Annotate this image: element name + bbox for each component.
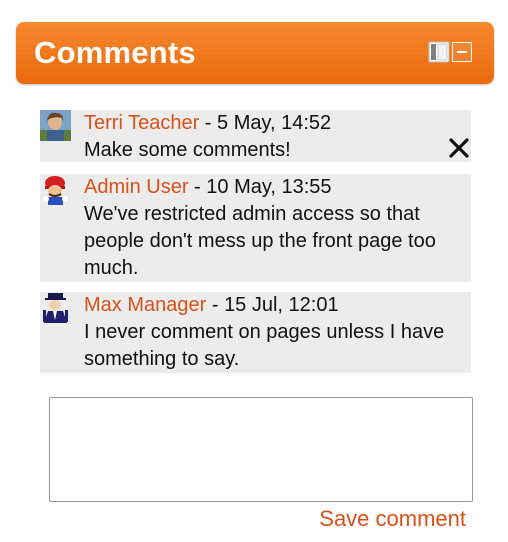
comment-input[interactable]	[49, 397, 473, 502]
manager-avatar	[40, 292, 71, 323]
comment-body: Admin User - 10 May, 13:55 We've restric…	[84, 174, 463, 282]
comment-meta: Admin User - 10 May, 13:55	[84, 174, 463, 201]
author-link[interactable]: Admin User	[84, 176, 188, 198]
meta-separator: -	[206, 294, 225, 316]
comment-text: I never comment on pages unless I have s…	[84, 321, 445, 370]
comment-meta: Max Manager - 15 Jul, 12:01	[84, 292, 463, 319]
meta-separator: -	[199, 112, 218, 134]
comment-item: Admin User - 10 May, 13:55 We've restric…	[40, 174, 471, 282]
comment-meta: Terri Teacher - 5 May, 14:52	[84, 110, 463, 137]
comment-text: Make some comments!	[84, 139, 291, 161]
header-controls	[428, 41, 472, 63]
teacher-avatar	[40, 110, 71, 141]
block-title: Comments	[34, 35, 196, 70]
comment-date: 5 May, 14:52	[217, 112, 332, 134]
comment-item: Terri Teacher - 5 May, 14:52 Make some c…	[40, 110, 471, 162]
block-header: Comments	[16, 22, 494, 84]
save-comment-link[interactable]: Save comment	[319, 506, 466, 532]
comments-block: Comments	[16, 22, 494, 84]
delete-icon[interactable]	[447, 136, 471, 160]
comment-item: Max Manager - 15 Jul, 12:01 I never comm…	[40, 292, 471, 373]
comment-date: 15 Jul, 12:01	[224, 294, 339, 316]
dock-icon[interactable]	[428, 41, 450, 63]
admin-avatar	[40, 174, 71, 205]
collapse-icon[interactable]	[452, 42, 472, 62]
comment-text: We've restricted admin access so that pe…	[84, 203, 436, 279]
author-link[interactable]: Max Manager	[84, 294, 206, 316]
meta-separator: -	[188, 176, 207, 198]
comment-date: 10 May, 13:55	[206, 176, 332, 198]
comment-body: Terri Teacher - 5 May, 14:52 Make some c…	[84, 110, 463, 164]
comment-body: Max Manager - 15 Jul, 12:01 I never comm…	[84, 292, 463, 373]
author-link[interactable]: Terri Teacher	[84, 112, 199, 134]
